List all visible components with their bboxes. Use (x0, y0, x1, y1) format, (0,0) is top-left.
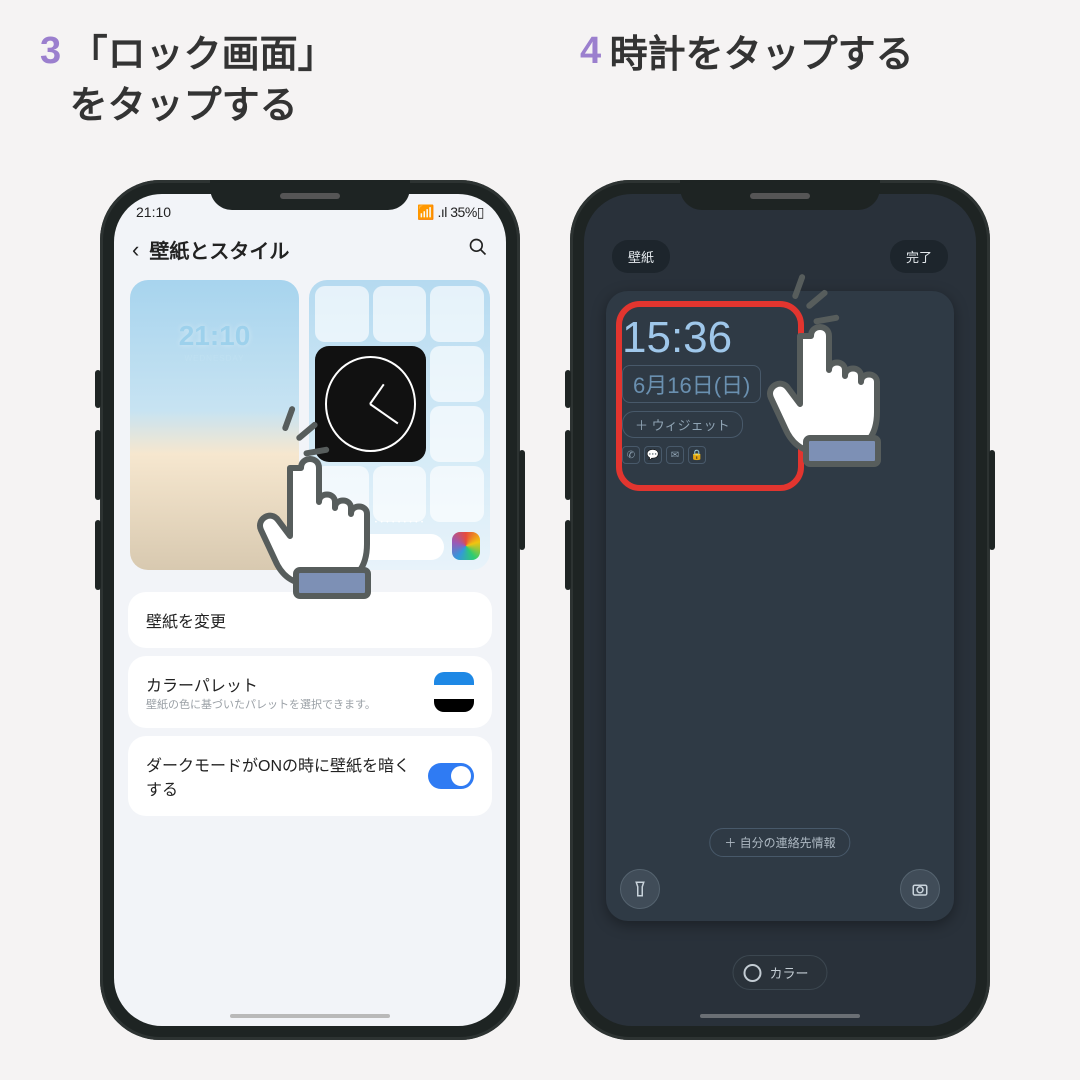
lockscreen-date[interactable]: 6月16日(日) (622, 365, 761, 403)
phone-side-button (95, 520, 101, 590)
preview-subtext: WEDNESDAY (130, 354, 299, 363)
phone-side-button (95, 370, 101, 408)
phone-left: 21:10 📶 .ıl 35%▯ ‹ 壁紙とスタイル 21:10 WEDNESD… (100, 180, 520, 1040)
step4-heading: 4 時計をタップする (540, 30, 1080, 133)
step4-text: 時計をタップする (610, 30, 914, 81)
preview-widget-cell (315, 466, 369, 522)
palette-swatch-icon (434, 672, 474, 712)
chat-icon: 💬 (644, 446, 662, 464)
preview-widget-cell (430, 346, 484, 402)
wallpaper-button[interactable]: 壁紙 (612, 240, 670, 273)
lockscreen-preview[interactable]: 21:10 WEDNESDAY (130, 280, 299, 570)
clock-hour-hand (369, 384, 384, 405)
color-ring-icon (743, 964, 761, 982)
preview-widget-cell (315, 286, 369, 342)
phone-side-button (519, 450, 525, 550)
phone-side-button (989, 450, 995, 550)
status-time: 21:10 (136, 204, 171, 221)
home-indicator (230, 1014, 390, 1018)
search-bar-mini (319, 534, 444, 560)
color-button[interactable]: カラー (732, 955, 827, 990)
phone-side-button (565, 430, 571, 500)
step3-number: 3 (40, 30, 61, 73)
flashlight-icon[interactable] (620, 869, 660, 909)
homescreen-preview[interactable]: • • • • • • • • • (309, 280, 490, 570)
change-wallpaper-label: 壁紙を変更 (146, 608, 474, 632)
wallpaper-previews: 21:10 WEDNESDAY • • • • • • • • • (114, 270, 506, 584)
clock-minute-hand (369, 403, 398, 424)
back-icon[interactable]: ‹ (132, 237, 139, 263)
color-palette-row[interactable]: カラーパレット 壁紙の色に基づいたパレットを選択できます。 (128, 656, 492, 728)
contact-info-button[interactable]: 自分の連絡先情報 (709, 828, 850, 857)
search-icon[interactable] (468, 237, 488, 262)
lockscreen-editor: 壁紙 完了 15:36 6月16日(日) ウィジェット ✆ 💬 ✉ 🔒 自分の連… (584, 194, 976, 1026)
mail-icon: ✉ (666, 446, 684, 464)
preview-widget-cell (430, 406, 484, 462)
preview-widget-cell (430, 466, 484, 522)
call-icon: ✆ (622, 446, 640, 464)
phone-right: 壁紙 完了 15:36 6月16日(日) ウィジェット ✆ 💬 ✉ 🔒 自分の連… (570, 180, 990, 1040)
step4-number: 4 (580, 30, 601, 73)
wallpaper-settings-screen: 21:10 📶 .ıl 35%▯ ‹ 壁紙とスタイル 21:10 WEDNESD… (114, 194, 506, 1026)
title-bar: ‹ 壁紙とスタイル (114, 221, 506, 270)
preview-widget-cell (373, 286, 427, 342)
notch (210, 180, 410, 210)
done-button[interactable]: 完了 (890, 240, 948, 273)
page-title: 壁紙とスタイル (149, 235, 458, 264)
status-right: 📶 .ıl 35%▯ (417, 204, 484, 221)
preview-widget-cell (373, 466, 427, 522)
preview-time: 21:10 (130, 320, 299, 352)
palette-title: カラーパレット (146, 672, 422, 696)
dark-mode-toggle[interactable] (428, 763, 474, 789)
lockscreen-time[interactable]: 15:36 (622, 313, 938, 363)
change-wallpaper-row[interactable]: 壁紙を変更 (128, 592, 492, 648)
color-label: カラー (769, 963, 808, 982)
dark-mode-row: ダークモードがONの時に壁紙を暗くする (128, 736, 492, 816)
step3-text: 「ロック画面」 をタップする (70, 30, 336, 133)
palette-icon (452, 532, 480, 560)
widget-icon-row[interactable]: ✆ 💬 ✉ 🔒 (622, 446, 938, 464)
lock-icon: 🔒 (688, 446, 706, 464)
step3-heading: 3 「ロック画面」 をタップする (0, 30, 540, 133)
page-dots: • • • • • • • • • (309, 520, 490, 526)
preview-widget-cell (430, 286, 484, 342)
camera-icon[interactable] (900, 869, 940, 909)
phone-side-button (565, 370, 571, 408)
phone-side-button (95, 430, 101, 500)
add-widget-button[interactable]: ウィジェット (622, 411, 743, 438)
notch (680, 180, 880, 210)
palette-subtitle: 壁紙の色に基づいたパレットを選択できます。 (146, 696, 422, 712)
lockscreen-canvas: 15:36 6月16日(日) ウィジェット ✆ 💬 ✉ 🔒 自分の連絡先情報 (606, 291, 954, 921)
preview-clock-widget (315, 346, 426, 462)
phone-side-button (565, 520, 571, 590)
home-indicator (700, 1014, 860, 1018)
dark-mode-label: ダークモードがONの時に壁紙を暗くする (146, 752, 416, 800)
